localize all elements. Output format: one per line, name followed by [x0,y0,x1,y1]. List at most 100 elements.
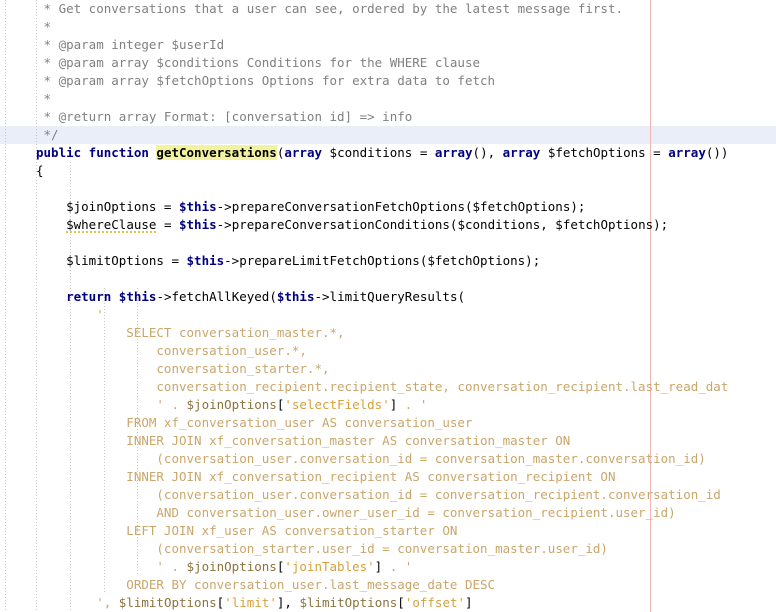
code-token-string: INNER JOIN xf_conversation_recipient AS … [36,469,616,484]
code-line[interactable]: INNER JOIN xf_conversation_master AS con… [0,432,776,450]
code-token-keyword: $this [276,289,315,304]
code-line[interactable]: $limitOptions = $this->prepareLimitFetch… [0,252,776,270]
code-token-keyword: $this [179,217,217,232]
code-token-string: . ' [382,559,413,574]
code-token-comment: * @param array $conditions Conditions fo… [36,55,481,70]
code-line[interactable] [0,180,776,198]
code-token-plain: ->fetchAllKeyed( [156,289,277,304]
code-token-plain: ->prepareConversationConditions($conditi… [216,217,669,232]
code-token-plain: ->prepareConversationFetchOptions($fetch… [216,199,586,214]
code-token-keyword: return [66,289,112,304]
code-line[interactable]: conversation_starter.*, [0,360,776,378]
code-token-comment: * @param array $fetchOptions Options for… [36,73,496,88]
code-line[interactable]: ORDER BY conversation_user.last_message_… [0,576,776,594]
code-token-plain: ] [465,595,473,610]
code-token-keyword: array [668,145,706,160]
code-line[interactable]: AND conversation_user.owner_user_id = co… [0,504,776,522]
code-editor[interactable]: * Get conversations that a user can see,… [0,0,776,612]
code-line[interactable]: $whereClause = $this->prepareConversatio… [0,216,776,234]
code-token-strkey: 'limit' [224,595,277,610]
code-token-strkey: 'selectFields' [284,397,390,412]
code-text-area[interactable]: * Get conversations that a user can see,… [0,0,776,612]
code-token-string: INNER JOIN xf_conversation_master AS con… [36,433,571,448]
code-token-comment: * Get conversations that a user can see,… [36,1,623,16]
code-line[interactable]: { [0,162,776,180]
code-token-string: ' . [36,559,187,574]
code-token-method-hl: getConversations [156,145,277,160]
code-token-strvar: $limitOptions [299,595,398,610]
code-token-comment: * @return array Format: [conversation id… [36,109,413,124]
code-token-string: conversation_user.*, [36,343,307,358]
code-line[interactable]: (conversation_user.conversation_id = con… [0,450,776,468]
code-token-plain: [ [397,595,405,610]
code-line[interactable]: (conversation_starter.user_id = conversa… [0,540,776,558]
code-line-current[interactable]: */ [0,126,776,144]
code-token-strkey: 'joinTables' [284,559,375,574]
code-line[interactable]: * @return array Format: [conversation id… [0,108,776,126]
code-line[interactable]: public function getConversations(array $… [0,144,776,162]
code-line[interactable] [0,270,776,288]
code-line[interactable]: * [0,18,776,36]
code-line[interactable]: ', $limitOptions['limit'], $limitOptions… [0,594,776,612]
code-token-keyword: array [434,145,473,160]
code-token-string: AND conversation_user.owner_user_id = co… [36,505,676,520]
code-token-comment: * @param integer $userId [36,37,225,52]
code-line[interactable]: * [0,90,776,108]
code-line[interactable]: * @param integer $userId [0,36,776,54]
code-token-comment: */ [36,127,59,142]
code-line[interactable]: * @param array $fetchOptions Options for… [0,72,776,90]
code-token-strvar: $joinOptions [186,397,277,412]
code-token-keyword: array [284,145,323,160]
code-token-plain: = [156,217,179,232]
code-line[interactable]: ' . $joinOptions['joinTables'] . ' [0,558,776,576]
code-token-string: (conversation_user.conversation_id = con… [36,451,706,466]
code-line[interactable]: * Get conversations that a user can see,… [0,0,776,18]
code-token-string: ' . [36,397,187,412]
code-line[interactable] [0,234,776,252]
code-token-string: (conversation_starter.user_id = conversa… [36,541,608,556]
code-line[interactable]: return $this->fetchAllKeyed($this->limit… [0,288,776,306]
code-token-plain: ->limitQueryResults( [314,289,466,304]
code-token-string: conversation_recipient.recipient_state, … [36,379,729,394]
code-token-keyword: $this [118,289,157,304]
code-token-plain: $joinOptions = [36,199,179,214]
code-line[interactable]: (conversation_user.conversation_id = con… [0,486,776,504]
code-token-string: ', [36,595,119,610]
code-token-string: (conversation_user.conversation_id = con… [36,487,721,502]
code-line[interactable]: ' . $joinOptions['selectFields'] . ' [0,396,776,414]
code-token-strvar: $joinOptions [186,559,277,574]
code-line[interactable]: $joinOptions = $this->prepareConversatio… [0,198,776,216]
code-line[interactable]: conversation_recipient.recipient_state, … [0,378,776,396]
code-token-string: ' [36,307,104,322]
code-token-plain: (), [472,145,503,160]
code-token-string: ORDER BY conversation_user.last_message_… [36,577,496,592]
code-token-plain: { [36,163,44,178]
code-token-keyword: array [502,145,541,160]
code-token-plain: $fetchOptions = [540,145,669,160]
code-line[interactable]: conversation_user.*, [0,342,776,360]
code-line[interactable]: FROM xf_conversation_user AS conversatio… [0,414,776,432]
code-token-strkey: 'offset' [404,595,466,610]
code-token-plain: ], [276,595,300,610]
code-line[interactable]: SELECT conversation_master.*, [0,324,776,342]
code-token-keyword: public function [36,145,157,160]
code-token-plain: ()) [705,145,729,160]
code-token-string: SELECT conversation_master.*, [36,325,345,340]
code-token-keyword: $this [186,253,225,268]
code-token-string: conversation_starter.*, [36,361,330,376]
code-line[interactable]: LEFT JOIN xf_user AS conversation_starte… [0,522,776,540]
code-token-plain: $limitOptions = [36,253,187,268]
code-token-string: FROM xf_conversation_user AS conversatio… [36,415,473,430]
code-line[interactable]: ' [0,306,776,324]
code-line[interactable]: INNER JOIN xf_conversation_recipient AS … [0,468,776,486]
code-token-string: LEFT JOIN xf_user AS conversation_starte… [36,523,458,538]
code-token-string: . ' [397,397,428,412]
code-token-plain: ->prepareLimitFetchOptions($fetchOptions… [224,253,541,268]
code-token-comment: * [36,91,52,106]
code-token-plain: $conditions = [322,145,435,160]
code-token-keyword: $this [179,199,217,214]
code-line[interactable]: * @param array $conditions Conditions fo… [0,54,776,72]
